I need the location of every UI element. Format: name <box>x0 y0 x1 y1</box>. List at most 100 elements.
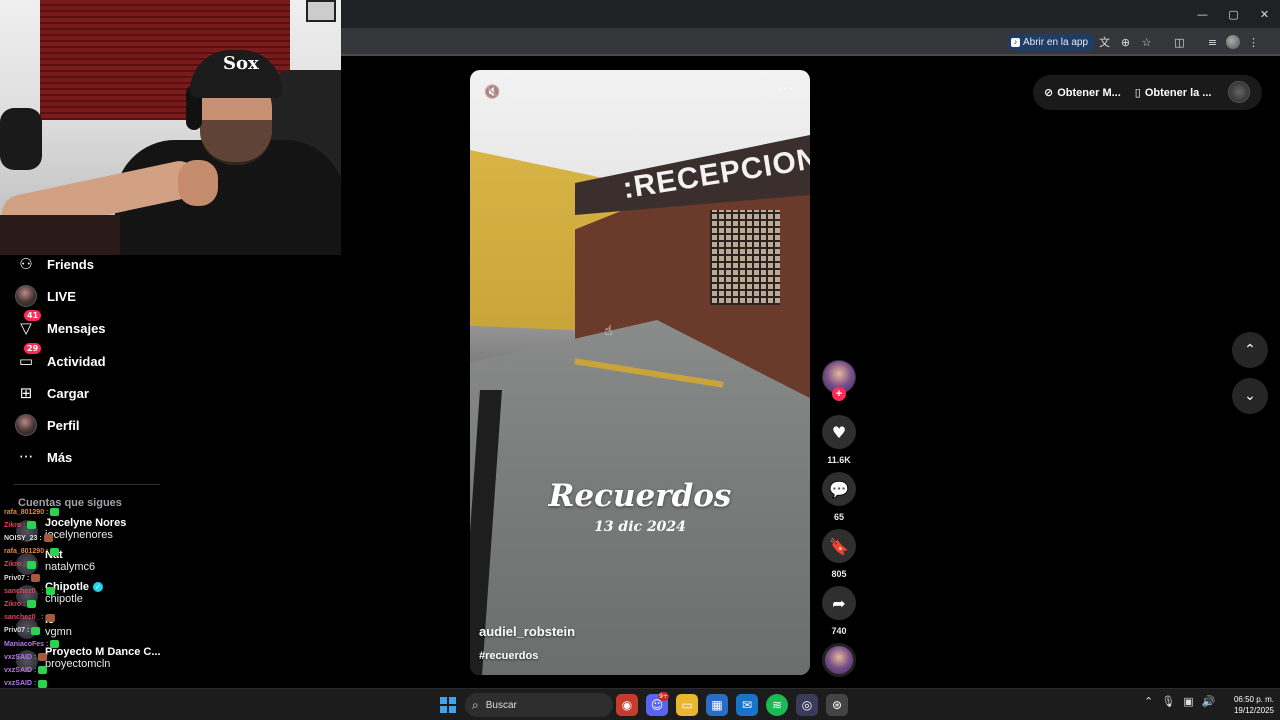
more-options-icon[interactable]: ··· <box>778 80 795 96</box>
mute-icon[interactable]: 🔇 <box>484 85 500 100</box>
sidebar-item-profile[interactable]: Perfil <box>14 413 160 437</box>
following-item[interactable]: Jocelyne Nores jocelynenores <box>45 517 126 541</box>
chat-emote-icon <box>31 626 41 635</box>
messages-icon: ▽ 41 <box>14 310 42 340</box>
maximize-button[interactable]: ▢ <box>1218 0 1249 28</box>
discord-icon[interactable]: ☺ 9+ <box>646 692 669 716</box>
get-coins-label: Obtener M... <box>1057 86 1121 99</box>
comment-button[interactable]: 💬 <box>822 472 856 506</box>
sidebar-item-activity[interactable]: ▭ 29 Actividad <box>14 343 160 373</box>
tray-chevron-icon[interactable]: ⌃ <box>1144 695 1153 708</box>
upload-icon: ⊞ <box>19 384 33 402</box>
microphone-icon[interactable]: 🎙 <box>1161 695 1175 708</box>
video-overlay-date: 13 dic 2024 <box>594 519 686 535</box>
chat-message: vxzSAID : <box>4 679 48 688</box>
webcam-overlay: Sox <box>0 0 341 255</box>
hand-cursor-icon: ☝ <box>604 323 613 339</box>
app-icon[interactable]: ◎ <box>796 694 818 716</box>
sidebar-item-label: Más <box>47 449 73 465</box>
zoom-icon[interactable]: ⊕ <box>1118 35 1133 50</box>
chat-message: Priv07 : <box>4 626 41 635</box>
chat-username: NOISY_23 : <box>4 534 42 542</box>
sidebar-item-more[interactable]: ··· Más <box>14 445 160 469</box>
chat-emote-icon <box>38 653 48 662</box>
phone-icon: ▯ <box>1134 86 1141 99</box>
get-app-button[interactable]: ▯ Obtener la ... <box>1135 86 1212 99</box>
share-icon: ➦ <box>832 593 846 613</box>
toy-figure <box>0 108 42 170</box>
taskbar-search-placeholder: Buscar <box>485 699 517 711</box>
save-button[interactable]: 🔖 <box>822 529 856 563</box>
user-avatar[interactable] <box>1228 81 1250 103</box>
file-explorer-icon[interactable]: ▭ <box>676 694 698 716</box>
menu-icon[interactable]: ⋮ <box>1246 35 1261 50</box>
chat-message: Zikro : <box>4 600 37 609</box>
previous-video-button[interactable]: ⌃ <box>1232 332 1268 368</box>
music-disc-avatar[interactable] <box>822 643 856 677</box>
profile-icon <box>14 413 38 437</box>
chat-message: ManiacoFes : <box>4 640 60 648</box>
chat-username: ManiacoFes : <box>4 640 49 648</box>
chat-emote-icon <box>38 666 48 675</box>
taskbar-clock[interactable]: 06:50 p. m. 19/12/2025 <box>1222 694 1274 716</box>
windows-start-icon[interactable] <box>440 697 456 713</box>
follow-plus-button[interactable]: + <box>832 387 846 401</box>
open-in-app-button[interactable]: ♪ Abrir en la app <box>1007 34 1096 51</box>
star-icon[interactable]: ☆ <box>1139 35 1154 50</box>
video-author-username[interactable]: audiel_robstein <box>479 624 575 639</box>
like-count: 11.6K <box>827 455 851 465</box>
chat-message: Priv07 : <box>4 574 41 582</box>
taskbar-search[interactable]: ⌕ Buscar <box>465 693 613 717</box>
sidebar-item-messages[interactable]: ▽ 41 Mensajes <box>14 310 160 340</box>
store-icon[interactable]: ▦ <box>706 694 728 716</box>
like-button[interactable]: ♥ <box>822 415 856 449</box>
mail-icon[interactable]: ✉ <box>736 694 758 716</box>
chat-username: Zikro : <box>4 600 26 608</box>
profile-icon[interactable] <box>1226 35 1240 49</box>
network-icon[interactable]: ▣ <box>1183 695 1193 708</box>
chat-username: vxzSAID : <box>4 680 37 688</box>
chat-message: sanchez0_ : <box>4 613 55 622</box>
sidebar-item-upload[interactable]: ⊞ Cargar <box>14 381 160 405</box>
search-icon: ⌕ <box>472 697 479 712</box>
windows-taskbar: ⌕ Buscar ◉ ☺ 9+ ▭ ▦ ✉ ≋ ◎ ⊛ ⌃ 🎙 ▣ 🔊 06:50… <box>0 688 1280 720</box>
share-count: 740 <box>831 626 847 636</box>
comment-icon: 💬 <box>829 479 849 499</box>
chat-username: rafa_801290 : <box>4 548 49 556</box>
chrome-icon[interactable]: ◉ <box>616 694 638 716</box>
chat-username: Priv07 : <box>4 574 30 582</box>
chat-message: vxzSAID : <box>4 666 48 675</box>
chevron-up-icon: ⌃ <box>1244 342 1256 358</box>
sidebar-item-live[interactable]: LIVE <box>14 284 160 308</box>
video-hashtag[interactable]: #recuerdos <box>479 650 538 662</box>
sidebar-item-friends[interactable]: ⚇ Friends <box>14 252 160 276</box>
chat-message: rafa_801290 : <box>4 547 60 556</box>
comment-count: 65 <box>833 512 844 522</box>
next-video-button[interactable]: ⌄ <box>1232 378 1268 414</box>
volume-icon[interactable]: 🔊 <box>1202 695 1216 708</box>
get-coins-button[interactable]: ⊘ Obtener M... <box>1044 86 1121 99</box>
chat-emote-icon <box>50 508 60 516</box>
profile-avatar <box>15 414 37 436</box>
browser-toolbar-icons: 文 ⊕ ☆ ◫ ≡ ⋮ <box>1097 34 1261 50</box>
video-overlay-title: Recuerdos <box>548 478 732 514</box>
translate-icon[interactable]: 文 <box>1097 35 1112 50</box>
following-item[interactable]: Proyecto M Dance C... proyectomcln <box>45 646 161 670</box>
chat-username: sanchez0_ : <box>4 587 44 595</box>
extensions-icon[interactable]: ◫ <box>1172 35 1187 50</box>
chat-username: sanchez0_ : <box>4 614 44 622</box>
notification-app-icon[interactable]: ⊛ <box>826 694 848 716</box>
get-app-label: Obtener la ... <box>1144 86 1212 99</box>
verified-icon: ✓ <box>93 582 103 592</box>
chat-username: Zikro : <box>4 561 26 569</box>
spotify-icon[interactable]: ≋ <box>766 694 788 716</box>
live-avatar <box>15 285 37 307</box>
close-window-button[interactable]: ✕ <box>1249 0 1280 28</box>
following-username: natalymc6 <box>45 561 96 573</box>
following-username: proyectomcln <box>45 658 111 670</box>
video-player[interactable]: :RECEPCION 🔇 ··· Recuerdos 13 dic 2024 a… <box>470 70 810 675</box>
sidebar-item-label: Actividad <box>47 353 106 369</box>
minimize-button[interactable]: — <box>1187 0 1218 28</box>
share-button[interactable]: ➦ <box>822 586 856 620</box>
media-icon[interactable]: ≡ <box>1205 35 1220 50</box>
